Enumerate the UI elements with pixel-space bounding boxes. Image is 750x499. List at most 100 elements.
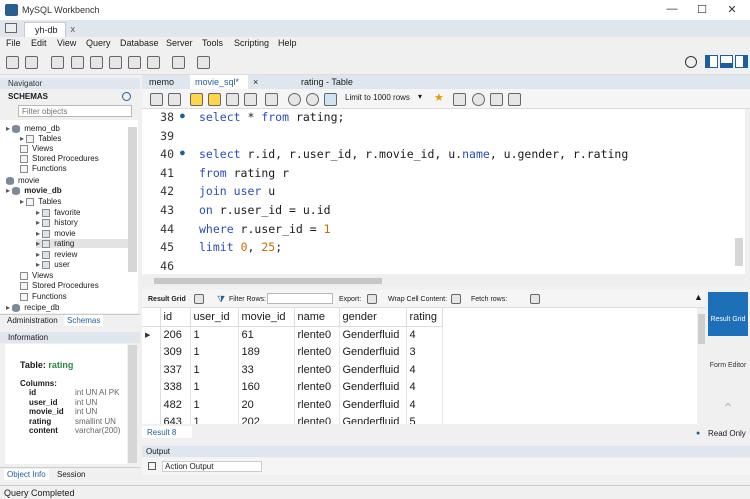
connection-tab[interactable]: yh-db x — [24, 22, 75, 37]
menu-server[interactable]: Server — [166, 38, 193, 48]
tree-item-tables[interactable]: ▸ Tables — [20, 134, 61, 143]
toggle-secondary-sidebar-icon[interactable] — [735, 55, 748, 68]
code-line[interactable]: select * from rating; — [199, 110, 344, 124]
commit-icon[interactable] — [288, 93, 301, 106]
open-file-icon[interactable] — [150, 93, 163, 106]
info-scrollbar[interactable] — [128, 345, 137, 463]
toggle-output-icon[interactable] — [720, 55, 733, 68]
tree-item-movie[interactable]: ▸ movie — [36, 229, 76, 238]
table-cell[interactable]: Genderfluid — [339, 326, 407, 344]
table-cell[interactable]: 4 — [406, 396, 443, 414]
chevron-down-icon[interactable]: ▾ — [418, 92, 422, 101]
tab-schemas[interactable]: Schemas — [64, 315, 104, 326]
create-view-icon[interactable] — [109, 56, 122, 69]
table-cell[interactable]: Genderfluid — [339, 378, 407, 396]
table-cell[interactable]: 61 — [238, 326, 295, 344]
tree-item-movie[interactable]: movie — [6, 176, 39, 185]
rollback-icon[interactable] — [306, 93, 319, 106]
tree-item-tables[interactable]: ▸ Tables — [20, 197, 61, 206]
filter-objects-input[interactable] — [18, 105, 132, 117]
invisible-chars-icon[interactable] — [490, 93, 503, 106]
table-cell[interactable]: 3 — [406, 343, 443, 361]
close-editor-tab-icon[interactable]: × — [248, 75, 263, 89]
table-cell[interactable]: 20 — [238, 396, 295, 414]
open-sql-file-icon[interactable] — [25, 56, 38, 69]
toggle-error-icon[interactable] — [265, 93, 278, 106]
column-header[interactable]: id — [160, 308, 191, 327]
column-header[interactable]: user_id — [190, 308, 239, 327]
table-cell[interactable]: 33 — [238, 361, 295, 379]
editor-tab-memo[interactable]: memo — [144, 75, 179, 89]
table-cell[interactable]: 4 — [406, 326, 443, 344]
table-row[interactable]: ▶ 206 1 61 rlente0 Genderfluid 4 — [142, 326, 443, 344]
row-header[interactable] — [142, 396, 161, 414]
table-cell[interactable]: rlente0 — [294, 361, 340, 379]
table-cell[interactable]: 4 — [406, 361, 443, 379]
table-cell[interactable]: 1 — [190, 396, 239, 414]
create-table-icon[interactable] — [90, 56, 103, 69]
new-sql-tab-icon[interactable] — [6, 56, 19, 69]
table-cell[interactable]: 482 — [160, 396, 191, 414]
code-line[interactable]: where r.user_id = 1 — [199, 222, 331, 236]
table-cell[interactable]: 5 — [406, 413, 443, 424]
home-icon[interactable] — [5, 23, 17, 33]
table-cell[interactable]: 643 — [160, 413, 191, 424]
table-cell[interactable]: rlente0 — [294, 396, 340, 414]
result-grid-label[interactable]: Result Grid — [148, 296, 186, 303]
table-row[interactable]: 309 1 189 rlente0 Genderfluid 3 — [142, 343, 443, 361]
table-cell[interactable]: Genderfluid — [339, 396, 407, 414]
wrap-cell-icon[interactable] — [451, 294, 461, 304]
table-cell[interactable]: 338 — [160, 378, 191, 396]
table-cell[interactable]: 4 — [406, 378, 443, 396]
table-cell[interactable]: 1 — [190, 361, 239, 379]
table-cell[interactable]: rlente0 — [294, 378, 340, 396]
table-cell[interactable]: 337 — [160, 361, 191, 379]
column-header[interactable]: rating — [406, 308, 443, 327]
current-row-arrow-icon[interactable]: ▶ — [142, 326, 161, 344]
create-function-icon[interactable] — [147, 56, 160, 69]
beautify-icon[interactable] — [453, 93, 466, 106]
table-row[interactable]: 338 1 160 rlente0 Genderfluid 4 — [142, 378, 443, 396]
table-cell[interactable]: Genderfluid — [339, 413, 407, 424]
row-header[interactable] — [142, 343, 161, 361]
tree-item-history[interactable]: ▸ history — [36, 218, 78, 227]
code-line[interactable]: join user u — [199, 184, 275, 198]
tree-item-stored-procedures[interactable]: Stored Procedures — [20, 281, 99, 290]
result-grid-side-button[interactable]: Result Grid — [708, 292, 748, 336]
tree-item-views[interactable]: Views — [20, 271, 53, 280]
tree-scrollbar[interactable] — [128, 127, 137, 272]
wrap-lines-icon[interactable] — [508, 93, 521, 106]
autocommit-icon[interactable] — [324, 93, 337, 106]
grid-scrollbar[interactable] — [697, 308, 706, 424]
table-cell[interactable]: 1 — [190, 326, 239, 344]
tree-item-stored-procedures[interactable]: Stored Procedures — [20, 154, 99, 163]
close-window-button[interactable]: ✕ — [717, 3, 747, 17]
grid-corner[interactable] — [142, 308, 161, 327]
table-cell[interactable]: 1 — [190, 343, 239, 361]
grid-settings-icon[interactable] — [194, 294, 204, 304]
editor-tab-movie-sql[interactable]: movie_sql* — [190, 75, 248, 89]
tree-item-user[interactable]: ▸ user — [36, 260, 70, 269]
reconnect-icon[interactable] — [197, 56, 210, 69]
tree-item-views[interactable]: Views — [20, 144, 53, 153]
tree-item-functions[interactable]: Functions — [20, 164, 67, 173]
sql-editor[interactable]: 38 ● select * from rating; 39 40 ● select r.id… — [142, 109, 745, 274]
stop-icon[interactable] — [244, 93, 257, 106]
menu-database[interactable]: Database — [120, 38, 159, 48]
editor-tab-rating-table[interactable]: rating - Table — [296, 75, 358, 89]
output-mode-select[interactable]: Action Output — [162, 461, 262, 472]
refresh-icon[interactable] — [122, 92, 131, 101]
minimize-button[interactable]: — — [657, 3, 687, 17]
tree-item-rating[interactable]: ▸ rating — [36, 239, 128, 248]
limit-rows-select[interactable]: Limit to 1000 rows — [345, 93, 410, 102]
execute-lightning-icon[interactable] — [190, 93, 203, 106]
export-icon[interactable] — [367, 294, 377, 304]
table-cell[interactable]: rlente0 — [294, 413, 340, 424]
code-line[interactable]: on r.user_id = u.id — [199, 203, 331, 217]
column-header[interactable]: name — [294, 308, 340, 327]
column-header[interactable]: movie_id — [238, 308, 295, 327]
result-tab[interactable]: Result 8 — [142, 426, 192, 438]
filter-rows-input[interactable] — [267, 293, 333, 304]
tab-object-info[interactable]: Object Info — [4, 469, 49, 480]
menu-file[interactable]: File — [6, 38, 21, 48]
